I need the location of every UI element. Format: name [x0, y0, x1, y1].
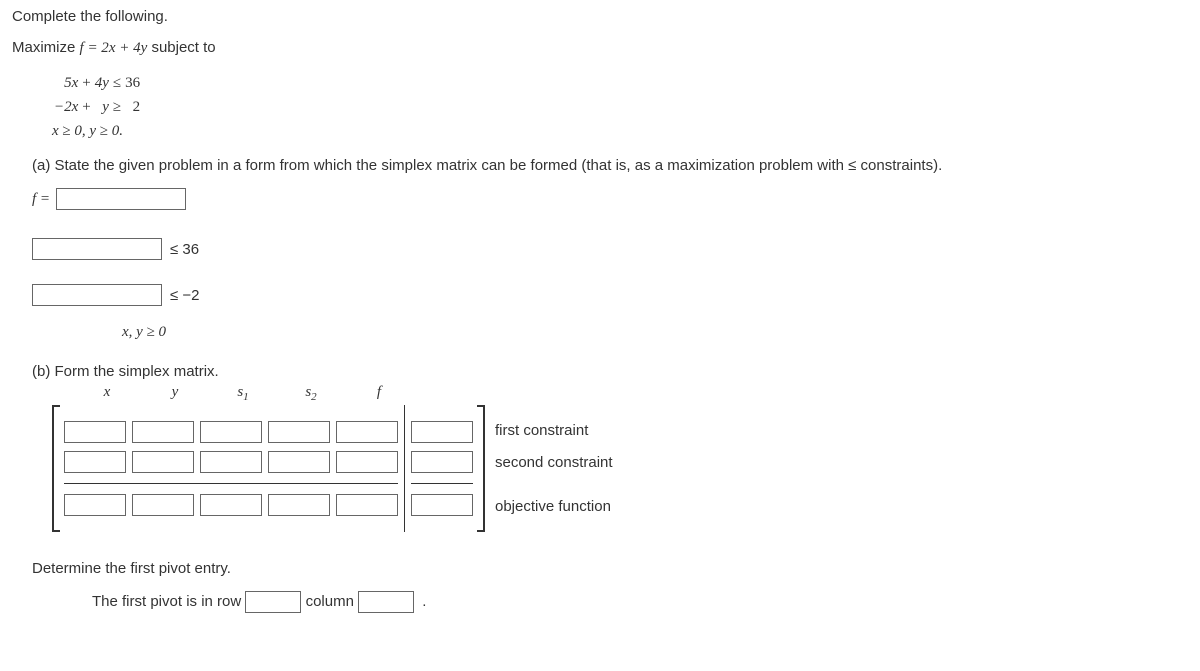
- matrix-row-1: [64, 421, 398, 443]
- part-a-text: (a) State the given problem in a form fr…: [32, 157, 1188, 174]
- header-x: x: [76, 384, 138, 403]
- matrix-rhs-column: [404, 405, 477, 532]
- header-s1: s1: [212, 384, 274, 403]
- pivot-col-input[interactable]: [358, 591, 414, 613]
- c1-plus: +: [80, 71, 92, 95]
- m-r3-c3[interactable]: [200, 494, 262, 516]
- maximize-label: Maximize: [12, 39, 80, 56]
- m-r1-rhs[interactable]: [411, 421, 473, 443]
- header-f: f: [348, 384, 410, 403]
- m-r3-c2[interactable]: [132, 494, 194, 516]
- c1-term2: 4y: [93, 71, 111, 95]
- m-r2-c3[interactable]: [200, 451, 262, 473]
- m-r2-c1[interactable]: [64, 451, 126, 473]
- subject-to-label: subject to: [147, 39, 215, 56]
- constraint-system: 5x + 4y ≤ 36 −2x + y ≥ 2 x ≥ 0, y ≥ 0.: [52, 71, 1188, 143]
- m-r2-c2[interactable]: [132, 451, 194, 473]
- c2-rhs: 2: [123, 95, 142, 119]
- constraint1-rhs-label: ≤ 36: [170, 241, 199, 258]
- header-y: y: [144, 384, 206, 403]
- m-r3-c5[interactable]: [336, 494, 398, 516]
- m-r3-rhs[interactable]: [411, 494, 473, 516]
- matrix-column-headers: x y s1 s2 f: [76, 384, 1188, 403]
- nonneg-constraints: x ≥ 0, y ≥ 0.: [52, 119, 1188, 143]
- intro-text: Complete the following.: [12, 8, 1188, 25]
- c1-rhs: 36: [123, 71, 142, 95]
- m-r1-c1[interactable]: [64, 421, 126, 443]
- c2-term1: −2x: [52, 95, 80, 119]
- objective-input[interactable]: [56, 188, 186, 210]
- m-r1-c4[interactable]: [268, 421, 330, 443]
- m-r3-c4[interactable]: [268, 494, 330, 516]
- pivot-entry-line: The first pivot is in row column .: [92, 591, 1188, 613]
- pivot-pre-label: The first pivot is in row: [92, 593, 241, 610]
- matrix-right-bracket: [477, 405, 485, 532]
- constraint2-rhs-label: ≤ −2: [170, 287, 200, 304]
- constraint2-input[interactable]: [32, 284, 162, 306]
- nonneg-label: x, y ≥ 0: [122, 324, 166, 341]
- simplex-matrix: [60, 405, 402, 532]
- pivot-intro: Determine the first pivot entry.: [32, 560, 1188, 577]
- m-r2-c4[interactable]: [268, 451, 330, 473]
- row-label-1: first constraint: [495, 419, 613, 443]
- row-label-2: second constraint: [495, 451, 613, 475]
- pivot-post-label: .: [422, 593, 426, 610]
- pivot-mid-label: column: [306, 593, 354, 610]
- constraint1-input[interactable]: [32, 238, 162, 260]
- m-r1-c5[interactable]: [336, 421, 398, 443]
- c1-term1: 5x: [52, 71, 80, 95]
- objective-statement: Maximize f = 2x + 4y subject to: [12, 39, 1188, 57]
- f-equals-label: f =: [32, 191, 50, 208]
- matrix-row-2: [64, 451, 398, 473]
- part-b-text: (b) Form the simplex matrix.: [32, 363, 1188, 380]
- header-s2: s2: [280, 384, 342, 403]
- m-r2-c5[interactable]: [336, 451, 398, 473]
- matrix-left-bracket: [52, 405, 60, 532]
- c1-rel: ≤: [111, 71, 123, 95]
- c2-plus: +: [80, 95, 92, 119]
- matrix-row-3: [64, 483, 398, 516]
- m-r2-rhs[interactable]: [411, 451, 473, 473]
- matrix-row-labels: first constraint second constraint objec…: [495, 411, 613, 527]
- c2-term2: y: [93, 95, 111, 119]
- m-r3-c1[interactable]: [64, 494, 126, 516]
- m-r1-c2[interactable]: [132, 421, 194, 443]
- pivot-row-input[interactable]: [245, 591, 301, 613]
- row-label-3: objective function: [495, 485, 613, 519]
- m-r1-c3[interactable]: [200, 421, 262, 443]
- c2-rel: ≥: [111, 95, 123, 119]
